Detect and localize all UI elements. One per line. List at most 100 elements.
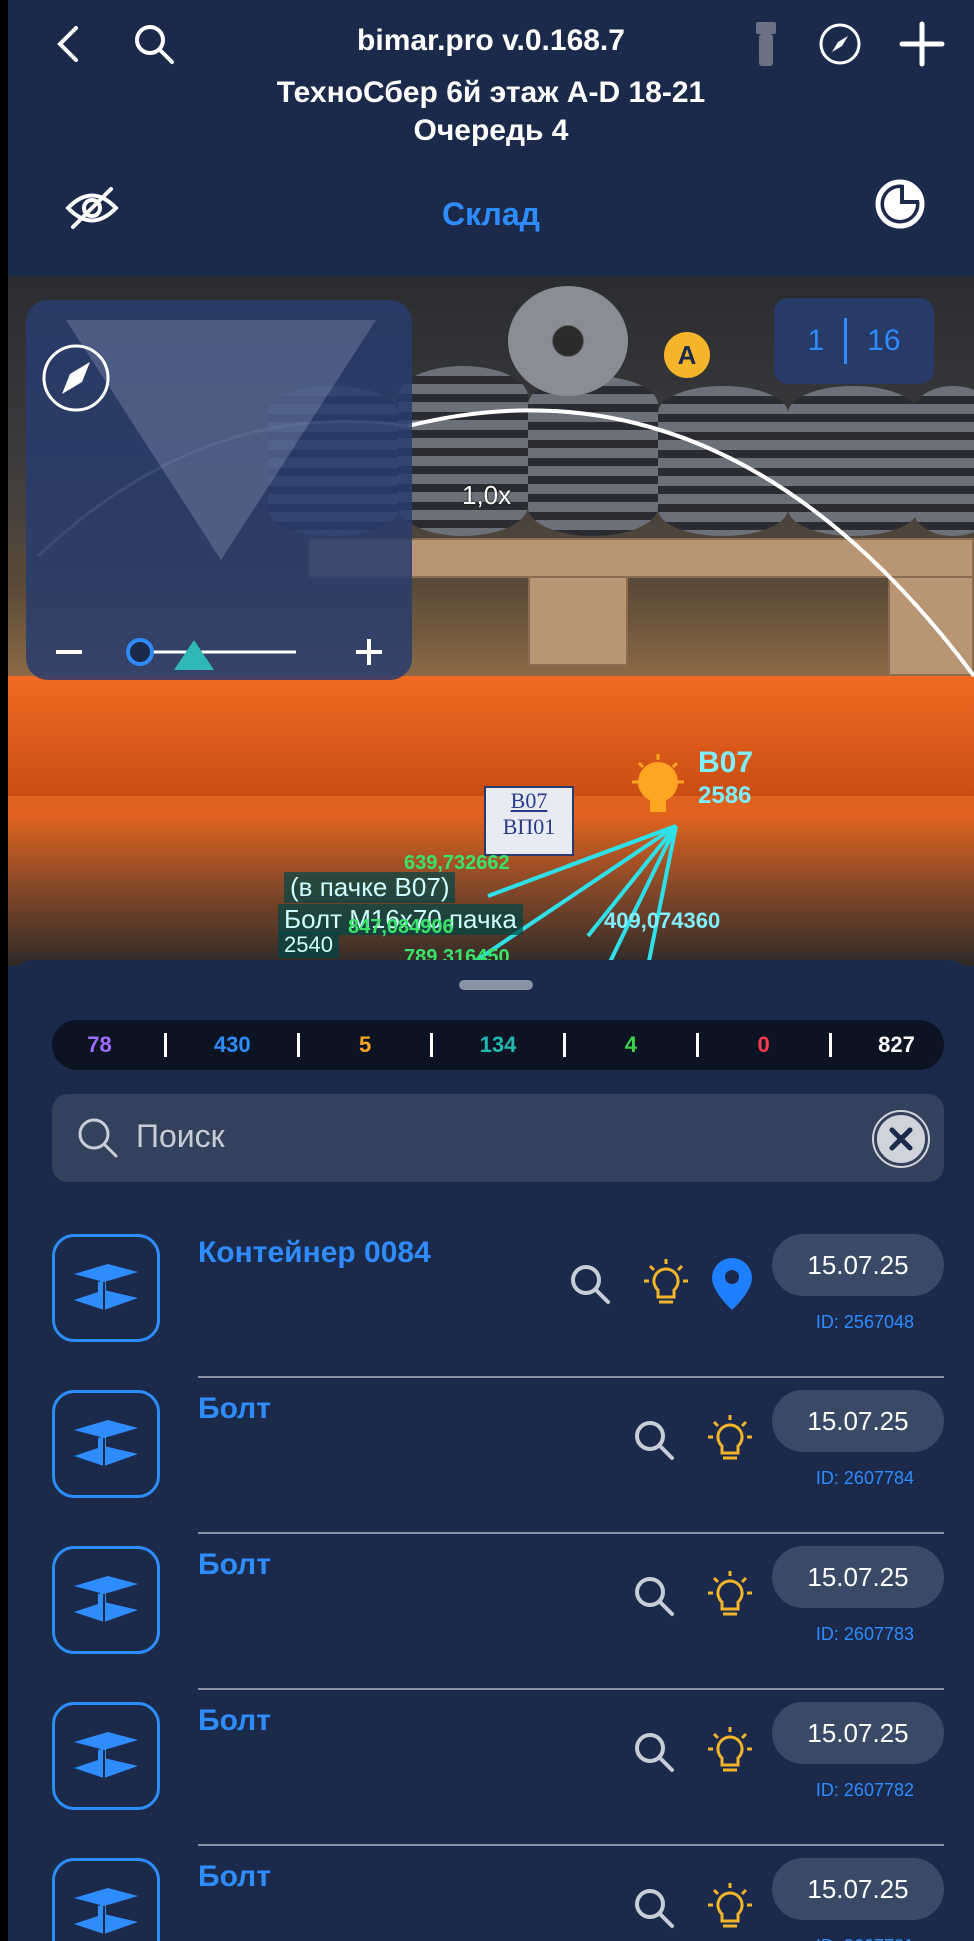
app-screen: bimar.pro v.0.168.7 ТехноСбер 6й этаж A-… bbox=[8, 0, 974, 1941]
lightbulb-icon bbox=[708, 1727, 752, 1772]
status-counters-bar: 78 430 5 134 4 0 827 bbox=[52, 1020, 944, 1070]
add-button[interactable] bbox=[896, 18, 948, 70]
ar-note-line1: (в пачке B07) bbox=[284, 872, 456, 903]
search-icon bbox=[78, 1118, 118, 1158]
list-item[interactable]: Болт 15.07.25 ID: 2607782 bbox=[52, 1690, 944, 1846]
queue-name: Очередь 4 bbox=[413, 114, 569, 147]
item-date: 15.07.25 bbox=[772, 1702, 944, 1764]
search-field[interactable]: Поиск bbox=[52, 1094, 944, 1182]
flashlight-icon bbox=[756, 22, 776, 66]
bottom-sheet: 78 430 5 134 4 0 827 Поиск Контейнер 008… bbox=[8, 960, 974, 1941]
search-icon bbox=[635, 1421, 674, 1460]
item-name: Болт bbox=[198, 1392, 271, 1425]
steel-beam-icon bbox=[74, 1420, 138, 1466]
clear-search-button[interactable] bbox=[872, 1110, 930, 1168]
item-date: 15.07.25 bbox=[772, 1390, 944, 1452]
ar-camera-view[interactable]: 1,0x A 1 16 B07 2586 B07 ВП01 639,732662… bbox=[8, 276, 974, 966]
page-counter: 1 16 bbox=[774, 298, 934, 384]
label-number: 2586 bbox=[698, 782, 752, 809]
item-date: 15.07.25 bbox=[772, 1858, 944, 1920]
stat-separator bbox=[695, 1033, 699, 1057]
lightbulb-icon bbox=[708, 1571, 752, 1616]
locate-button[interactable] bbox=[626, 1566, 682, 1626]
item-type-badge bbox=[52, 1390, 160, 1498]
locate-button[interactable] bbox=[562, 1254, 618, 1314]
minimap-view-cone bbox=[42, 320, 382, 670]
stat-purple[interactable]: 78 bbox=[69, 1032, 129, 1058]
list-item[interactable]: Болт 15.07.25 ID: 2607784 bbox=[52, 1378, 944, 1534]
item-name: Болт bbox=[198, 1548, 271, 1581]
item-date: 15.07.25 bbox=[772, 1546, 944, 1608]
lightbulb-icon bbox=[644, 1259, 688, 1304]
item-id: ID: 2607781 bbox=[816, 1936, 914, 1941]
sheet-grabber[interactable] bbox=[459, 980, 533, 990]
stat-separator bbox=[562, 1033, 566, 1057]
search-icon bbox=[635, 1577, 674, 1616]
locate-button[interactable] bbox=[626, 1410, 682, 1470]
item-name: Контейнер 0084 bbox=[198, 1236, 431, 1269]
steel-beam-icon bbox=[74, 1888, 138, 1934]
lightbulb-icon bbox=[632, 754, 684, 812]
plus-icon bbox=[899, 21, 945, 67]
list-item[interactable]: Болт 15.07.25 ID: 2607781 bbox=[52, 1846, 944, 1941]
zoom-level: 1,0x bbox=[462, 480, 512, 510]
counter-separator bbox=[844, 318, 848, 364]
project-name: ТехноСбер 6й этаж A-D 18-21 bbox=[276, 76, 706, 109]
highlight-button[interactable] bbox=[702, 1566, 758, 1626]
stat-red[interactable]: 0 bbox=[734, 1032, 794, 1058]
counter-current: 1 bbox=[807, 324, 825, 357]
search-icon bbox=[635, 1733, 674, 1772]
minimap-panel[interactable]: 1,0x bbox=[26, 300, 511, 680]
item-type-badge bbox=[52, 1234, 160, 1342]
compass-icon bbox=[819, 23, 861, 65]
search-icon bbox=[635, 1889, 674, 1928]
stat-total[interactable]: 827 bbox=[867, 1032, 927, 1058]
item-date: 15.07.25 bbox=[772, 1234, 944, 1296]
marker-badge[interactable]: A bbox=[664, 332, 710, 378]
map-pin-icon bbox=[712, 1258, 752, 1310]
lightbulb-icon bbox=[708, 1415, 752, 1460]
list-item[interactable]: Болт 15.07.25 ID: 2607783 bbox=[52, 1534, 944, 1690]
item-id: ID: 2607784 bbox=[815, 1468, 914, 1488]
stat-separator bbox=[430, 1033, 434, 1057]
close-icon bbox=[889, 1127, 913, 1151]
stat-separator bbox=[164, 1033, 168, 1057]
item-id: ID: 2607783 bbox=[815, 1624, 914, 1644]
stat-teal[interactable]: 134 bbox=[468, 1032, 528, 1058]
distance-value: 847,084906 bbox=[348, 916, 454, 938]
stat-blue[interactable]: 430 bbox=[202, 1032, 262, 1058]
stat-green[interactable]: 4 bbox=[601, 1032, 661, 1058]
steel-beam-icon bbox=[74, 1732, 138, 1778]
highlight-button[interactable] bbox=[702, 1878, 758, 1938]
header: bimar.pro v.0.168.7 ТехноСбер 6й этаж A-… bbox=[8, 0, 974, 272]
item-type-badge bbox=[52, 1702, 160, 1810]
item-id: ID: 2567048 bbox=[815, 1312, 914, 1332]
item-type-badge bbox=[52, 1858, 160, 1941]
tab-warehouse[interactable]: Склад bbox=[8, 196, 974, 233]
locate-button[interactable] bbox=[626, 1722, 682, 1782]
counter-total: 16 bbox=[867, 324, 901, 357]
shelf-tag-line2: ВП01 bbox=[502, 814, 556, 839]
highlight-button[interactable] bbox=[638, 1254, 694, 1314]
highlight-button[interactable] bbox=[702, 1722, 758, 1782]
list-item[interactable]: Контейнер 0084 15.07.25 ID: 2567048 bbox=[52, 1222, 944, 1378]
pie-chart-icon bbox=[875, 179, 925, 229]
item-name: Болт bbox=[198, 1860, 271, 1893]
statistics-button[interactable] bbox=[872, 176, 928, 232]
compass-button[interactable] bbox=[816, 20, 864, 68]
search-placeholder: Поиск bbox=[136, 1118, 225, 1154]
shelf-tag-line1: B07 bbox=[510, 788, 548, 813]
flashlight-button[interactable] bbox=[746, 18, 786, 70]
stat-separator bbox=[828, 1033, 832, 1057]
lightbulb-marker[interactable] bbox=[628, 752, 688, 822]
distance-value-cyan: 409,074360 bbox=[604, 908, 721, 933]
lightbulb-icon bbox=[708, 1883, 752, 1928]
highlight-button[interactable] bbox=[702, 1410, 758, 1470]
locate-button[interactable] bbox=[626, 1878, 682, 1938]
search-icon bbox=[571, 1265, 610, 1304]
map-pin-button[interactable] bbox=[704, 1254, 760, 1314]
item-name: Болт bbox=[198, 1704, 271, 1737]
ar-note-line3: 2540 bbox=[278, 932, 339, 958]
stat-orange[interactable]: 5 bbox=[335, 1032, 395, 1058]
stat-separator bbox=[297, 1033, 301, 1057]
